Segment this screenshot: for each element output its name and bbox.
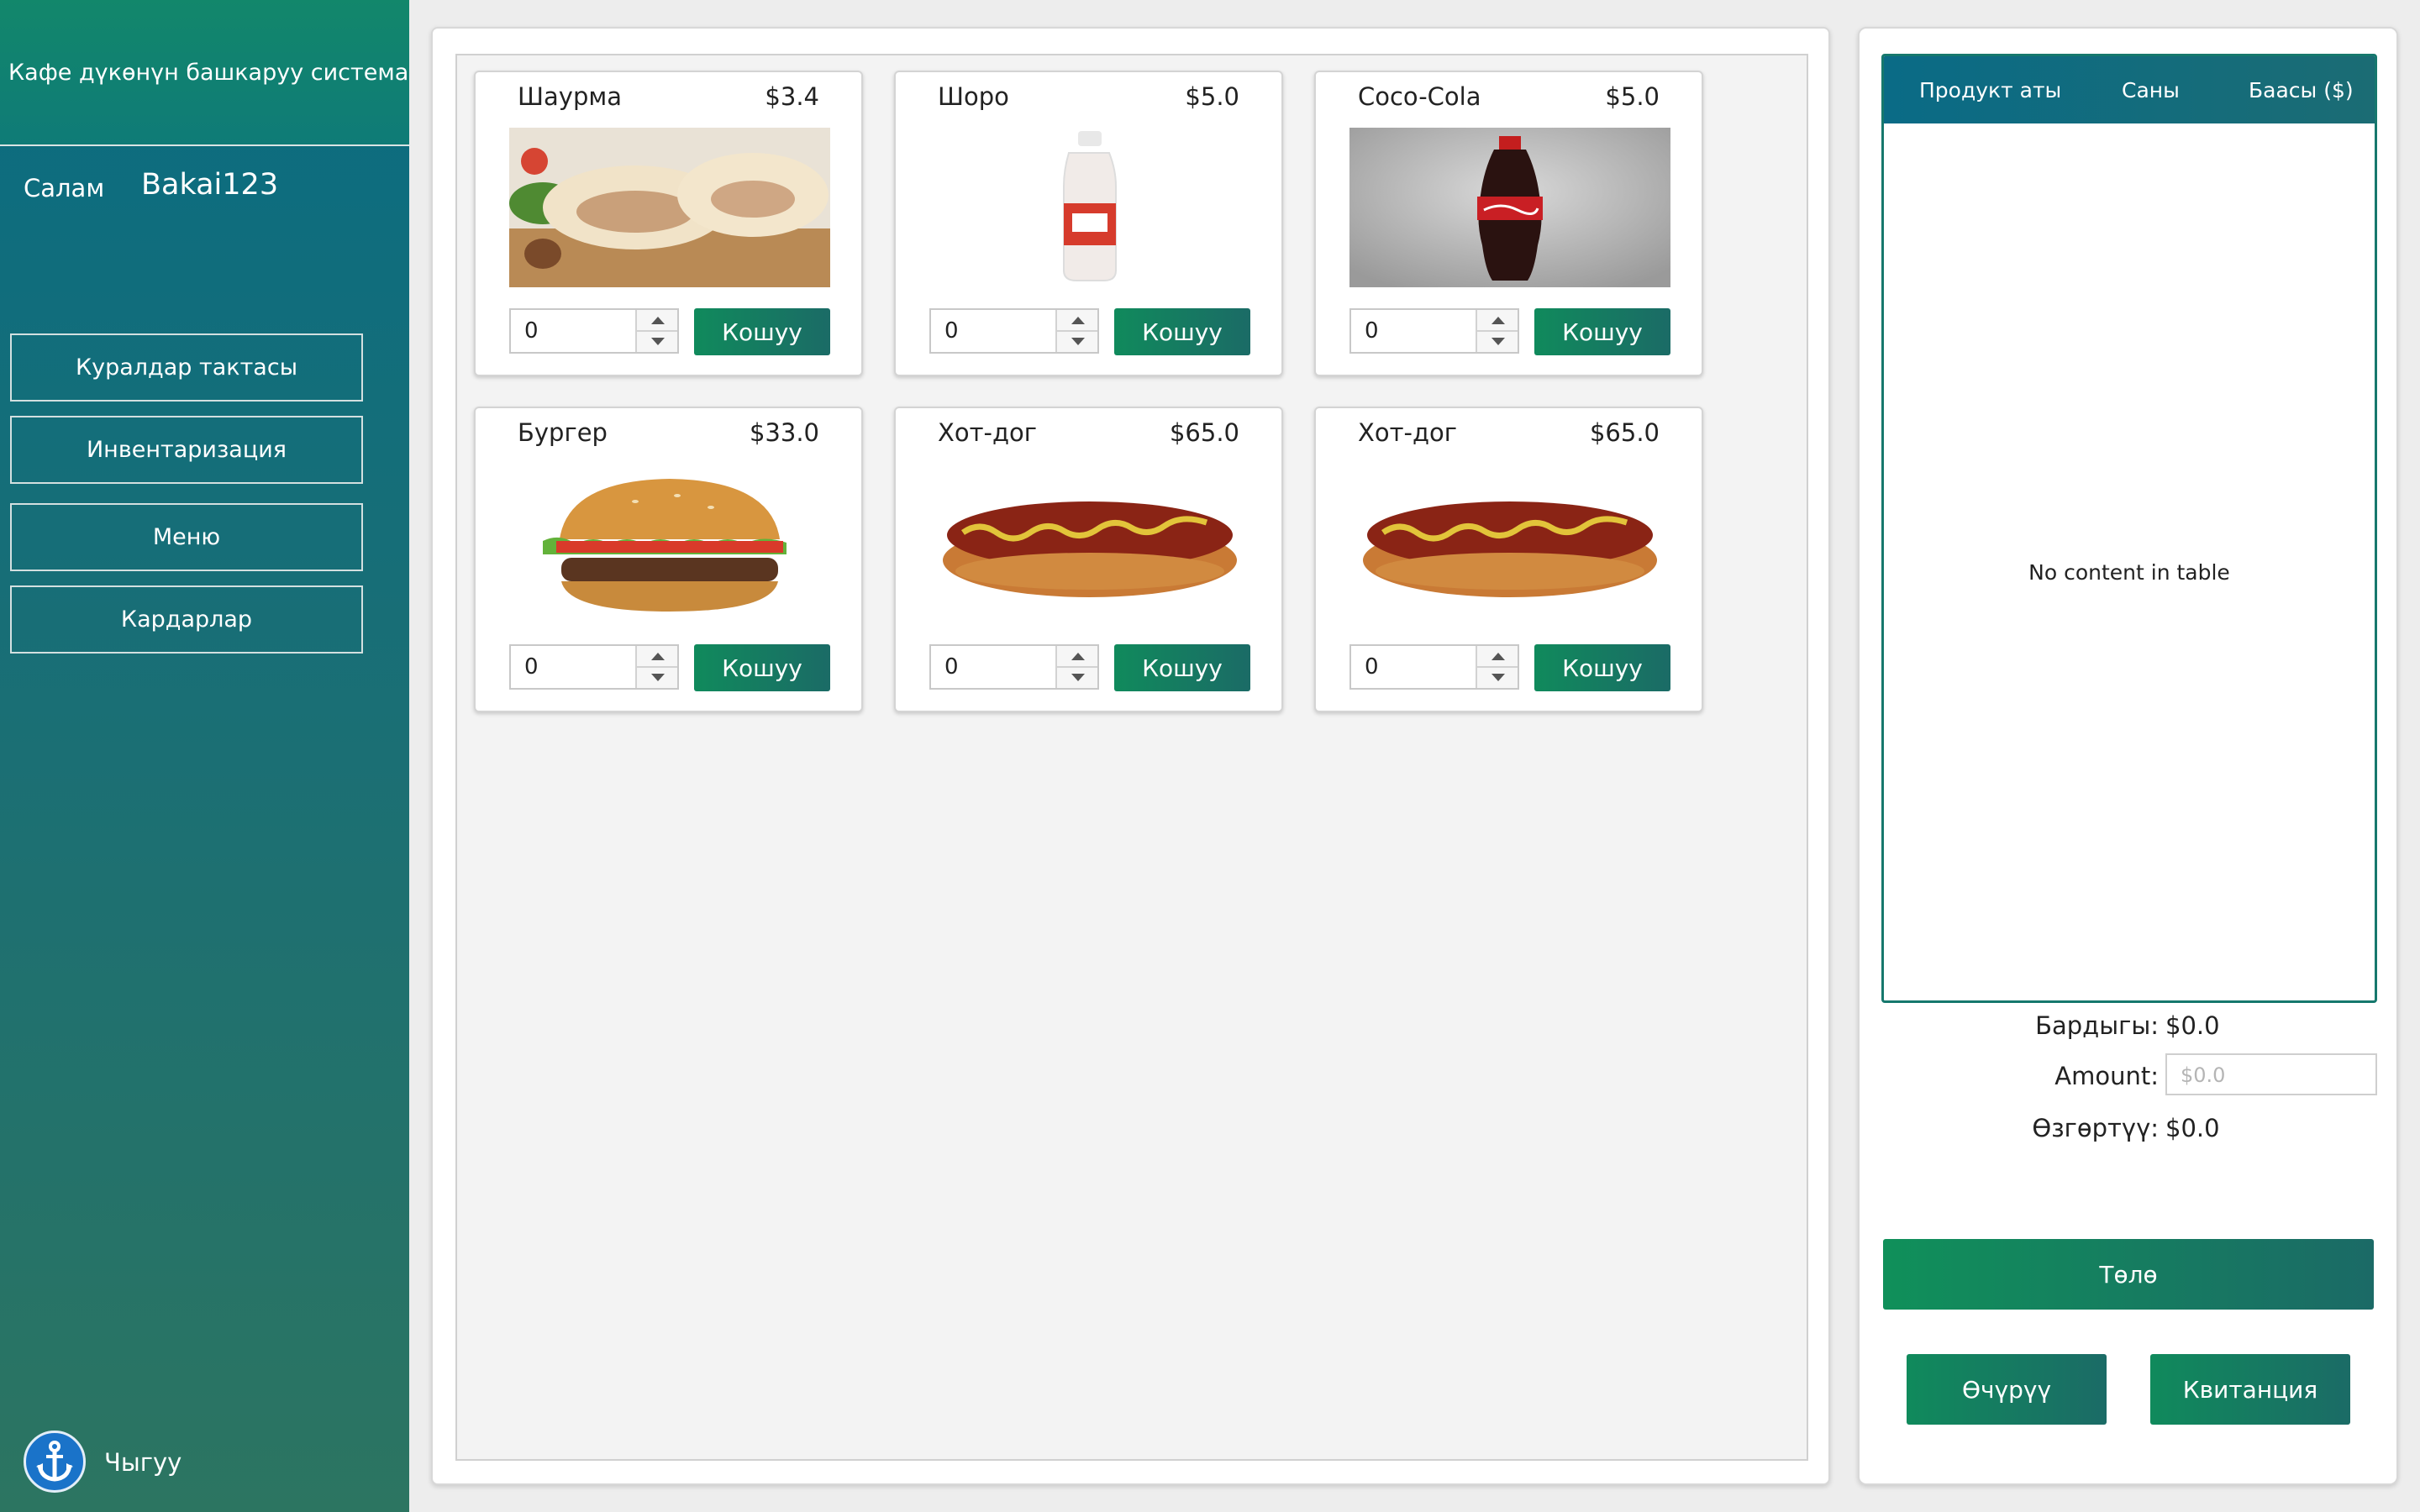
- quantity-stepper[interactable]: 0: [1349, 308, 1519, 354]
- stepper-arrows[interactable]: [1055, 310, 1097, 352]
- nav-menu-button[interactable]: Меню: [10, 503, 363, 571]
- hotdog-image: [1349, 464, 1670, 623]
- order-panel: Продукт аты Саны Баасы ($) No content in…: [1858, 27, 2398, 1485]
- add-button[interactable]: Кошуу: [1114, 308, 1250, 355]
- increment-icon[interactable]: [1491, 317, 1505, 324]
- sidebar: Кафе дүкөнүн башкаруу системасы Салам Ba…: [0, 0, 409, 1512]
- quantity-stepper[interactable]: 0: [929, 308, 1099, 354]
- item-name: Хот-дог: [938, 418, 1037, 447]
- item-price: $5.0: [1185, 82, 1239, 111]
- item-name: Coco-Cola: [1358, 82, 1481, 111]
- add-button[interactable]: Кошуу: [1114, 644, 1250, 691]
- total-label: Бардыгы:: [2035, 1011, 2159, 1040]
- menu-card: Хот-дог $65.0 0 Кошуу: [894, 407, 1283, 712]
- stepper-arrows[interactable]: [1476, 646, 1518, 688]
- item-price: $33.0: [749, 418, 819, 447]
- order-table[interactable]: Продукт аты Саны Баасы ($) No content in…: [1881, 54, 2377, 1003]
- shoro-bottle-image: [929, 128, 1250, 287]
- table-header: Продукт аты Саны Баасы ($): [1884, 56, 2375, 123]
- menu-card: Хот-дог $65.0 0 Кошуу: [1314, 407, 1703, 712]
- column-quantity[interactable]: Саны: [2122, 56, 2180, 123]
- quantity-value[interactable]: 0: [1365, 318, 1379, 344]
- stepper-arrows[interactable]: [1055, 646, 1097, 688]
- amount-input[interactable]: $0.0: [2165, 1053, 2377, 1095]
- menu-grid: Шаурма $3.4 0 Кошуу Шоро $5.0 0 Кошуу Co…: [455, 54, 1808, 1461]
- quantity-value[interactable]: 0: [1365, 654, 1379, 680]
- nav-dashboard-button[interactable]: Куралдар тактасы: [10, 333, 363, 402]
- quantity-stepper[interactable]: 0: [1349, 644, 1519, 690]
- greeting-label: Салам: [24, 174, 105, 202]
- increment-icon[interactable]: [1071, 653, 1085, 660]
- total-value: $0.0: [2165, 1011, 2220, 1040]
- quantity-value[interactable]: 0: [524, 654, 539, 680]
- stepper-arrows[interactable]: [635, 310, 677, 352]
- change-value: $0.0: [2165, 1114, 2220, 1142]
- hotdog-image: [929, 464, 1250, 623]
- amount-label: Amount:: [2054, 1062, 2159, 1090]
- item-name: Шаурма: [518, 82, 623, 111]
- menu-card: Coco-Cola $5.0 0 Кошуу: [1314, 71, 1703, 376]
- logout-button[interactable]: Чыгуу: [104, 1448, 182, 1477]
- item-name: Бургер: [518, 418, 608, 447]
- username-label: Bakai123: [141, 168, 279, 202]
- quantity-stepper[interactable]: 0: [509, 644, 679, 690]
- decrement-icon[interactable]: [1071, 674, 1085, 681]
- add-button[interactable]: Кошуу: [1534, 308, 1670, 355]
- decrement-icon[interactable]: [651, 674, 665, 681]
- menu-panel: Шаурма $3.4 0 Кошуу Шоро $5.0 0 Кошуу Co…: [431, 27, 1830, 1485]
- item-price: $3.4: [765, 82, 819, 111]
- stepper-arrows[interactable]: [635, 646, 677, 688]
- delete-button[interactable]: Өчүрүү: [1907, 1354, 2107, 1425]
- add-button[interactable]: Кошуу: [1534, 644, 1670, 691]
- nav-customers-button[interactable]: Кардарлар: [10, 585, 363, 654]
- increment-icon[interactable]: [1491, 653, 1505, 660]
- quantity-value[interactable]: 0: [944, 654, 959, 680]
- app-title: Кафе дүкөнүн башкаруу системасы: [0, 0, 409, 146]
- decrement-icon[interactable]: [1491, 674, 1505, 681]
- item-price: $65.0: [1589, 418, 1660, 447]
- shawarma-image: [509, 128, 830, 287]
- cola-bottle-image: [1349, 128, 1670, 287]
- quantity-value[interactable]: 0: [524, 318, 539, 344]
- quantity-value[interactable]: 0: [944, 318, 959, 344]
- decrement-icon[interactable]: [651, 338, 665, 345]
- column-price[interactable]: Баасы ($): [2249, 56, 2354, 123]
- stepper-arrows[interactable]: [1476, 310, 1518, 352]
- quantity-stepper[interactable]: 0: [929, 644, 1099, 690]
- add-button[interactable]: Кошуу: [694, 644, 830, 691]
- receipt-button[interactable]: Квитанция: [2150, 1354, 2350, 1425]
- decrement-icon[interactable]: [1491, 338, 1505, 345]
- item-price: $5.0: [1605, 82, 1660, 111]
- change-label: Өзгөртүү:: [2032, 1114, 2159, 1142]
- item-price: $65.0: [1169, 418, 1239, 447]
- increment-icon[interactable]: [651, 653, 665, 660]
- column-product[interactable]: Продукт аты: [1919, 56, 2061, 123]
- menu-card: Шоро $5.0 0 Кошуу: [894, 71, 1283, 376]
- decrement-icon[interactable]: [1071, 338, 1085, 345]
- item-name: Шоро: [938, 82, 1009, 111]
- nav-inventory-button[interactable]: Инвентаризация: [10, 416, 363, 484]
- item-name: Хот-дог: [1358, 418, 1457, 447]
- increment-icon[interactable]: [1071, 317, 1085, 324]
- empty-table-message: No content in table: [2028, 560, 2230, 585]
- quantity-stepper[interactable]: 0: [509, 308, 679, 354]
- pay-button[interactable]: Төлө: [1883, 1239, 2374, 1310]
- add-button[interactable]: Кошуу: [694, 308, 830, 355]
- burger-image: [509, 464, 830, 623]
- anchor-icon[interactable]: [24, 1431, 86, 1493]
- menu-card: Шаурма $3.4 0 Кошуу: [474, 71, 863, 376]
- menu-card: Бургер $33.0 0 Кошуу: [474, 407, 863, 712]
- increment-icon[interactable]: [651, 317, 665, 324]
